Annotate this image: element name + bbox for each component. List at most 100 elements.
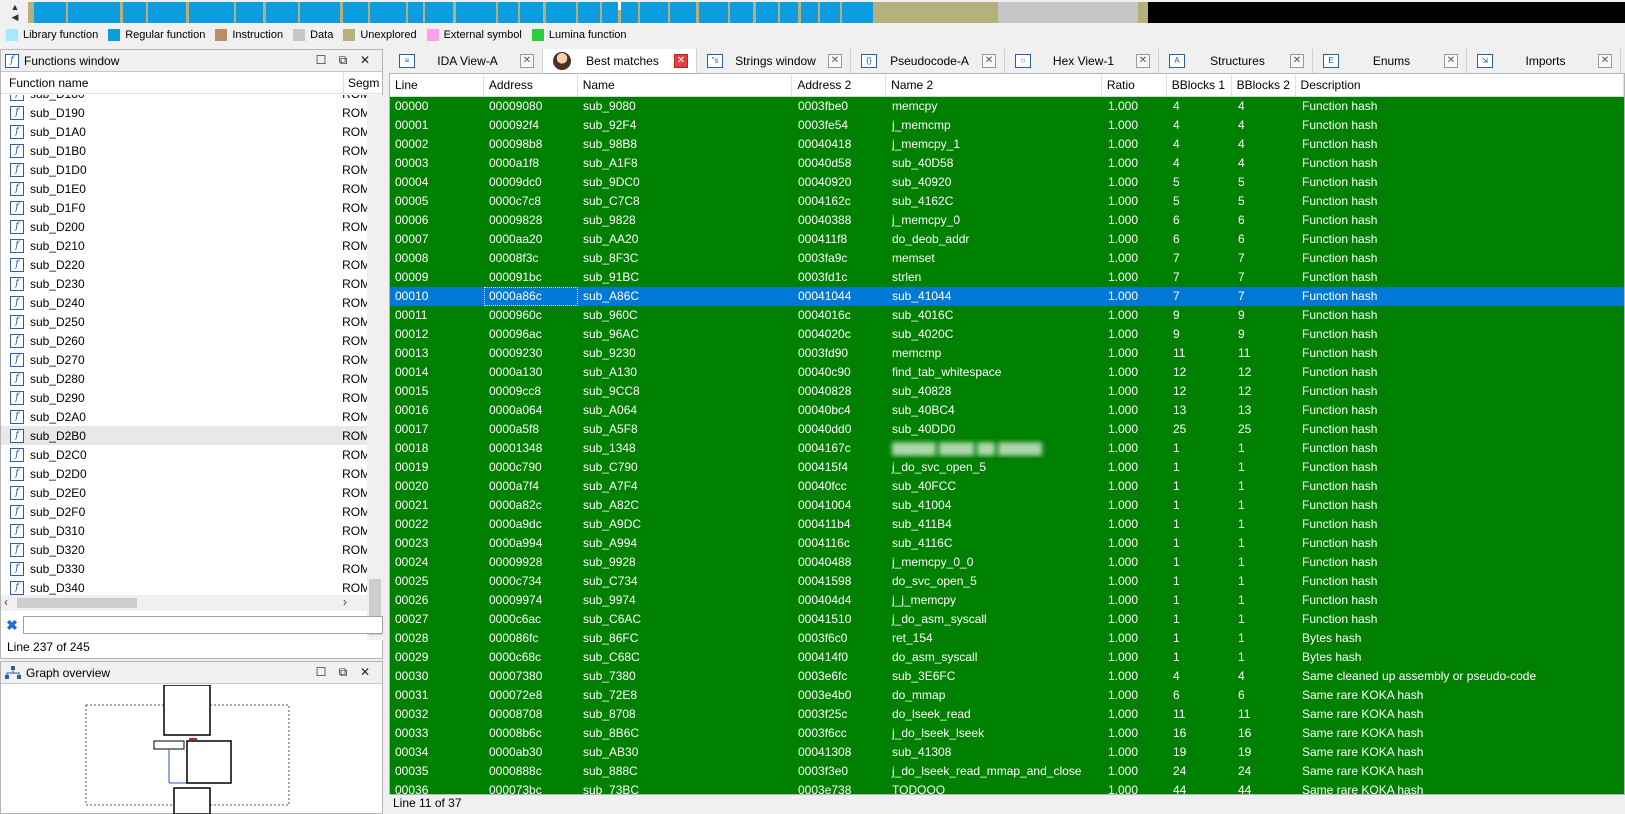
function-row[interactable]: f sub_D1B0 ROM bbox=[1, 141, 367, 160]
tab-imports[interactable]: ⇲ Imports ✕ bbox=[1467, 49, 1621, 73]
match-row[interactable]: 00029 0000c68c sub_C68C 000414f0 do_asm_sysc… bbox=[390, 648, 1624, 667]
function-row[interactable]: f sub_D310 ROM bbox=[1, 521, 367, 540]
function-row[interactable]: f sub_D190 ROM bbox=[1, 103, 367, 122]
match-row[interactable]: 00014 0000a130 sub_A130 00040c90 find_tab_wh… bbox=[390, 363, 1624, 382]
match-row[interactable]: 00010 0000a86c sub_A86C 00041044 sub_41044 1.… bbox=[390, 287, 1624, 306]
function-row[interactable]: f sub_D240 ROM bbox=[1, 293, 367, 312]
column-header-bblocks-1[interactable]: BBlocks 1 bbox=[1167, 74, 1232, 97]
column-function-name[interactable]: Function name bbox=[1, 71, 344, 94]
column-header-ratio[interactable]: Ratio bbox=[1102, 74, 1167, 97]
match-row[interactable]: 00012 000096ac sub_96AC 0004020c sub_4020C 1.… bbox=[390, 325, 1624, 344]
match-row[interactable]: 00019 0000c790 sub_C790 000415f4 j_do_svc_op… bbox=[390, 458, 1624, 477]
tab-structures[interactable]: A Structures ✕ bbox=[1159, 49, 1313, 73]
tab-ida-view-a[interactable]: ≡ IDA View-A ✕ bbox=[389, 49, 543, 73]
match-row[interactable]: 00033 00008b6c sub_8B6C 0003f6cc j_do_lseek_… bbox=[390, 724, 1624, 743]
match-row[interactable]: 00024 00009928 sub_9928 00040488 j_memcpy_0_… bbox=[390, 553, 1624, 572]
nav-scroll-arrows-icon[interactable]: ▲ ◀ bbox=[2, 2, 28, 23]
column-segment[interactable]: Segm bbox=[344, 72, 379, 94]
maximize-icon[interactable]: ☐ bbox=[310, 53, 332, 68]
tab-strings-window[interactable]: "s Strings window ✕ bbox=[697, 49, 851, 73]
close-icon[interactable]: ✕ bbox=[354, 53, 376, 68]
close-tab-icon[interactable]: ✕ bbox=[520, 54, 534, 68]
match-row[interactable]: 00007 0000aa20 sub_AA20 000411f8 do_deob_add… bbox=[390, 230, 1624, 249]
match-row[interactable]: 00005 0000c7c8 sub_C7C8 0004162c sub_4162C 1.… bbox=[390, 192, 1624, 211]
close-tab-icon[interactable]: ✕ bbox=[828, 54, 842, 68]
function-row[interactable]: f sub_D220 ROM bbox=[1, 255, 367, 274]
function-row[interactable]: f sub_D2E0 ROM bbox=[1, 483, 367, 502]
tab-hex-view-1[interactable]: ○ Hex View-1 ✕ bbox=[1005, 49, 1159, 73]
scrollbar-thumb[interactable] bbox=[17, 598, 137, 608]
close-tab-icon[interactable]: ✕ bbox=[1598, 54, 1612, 68]
functions-horizontal-scrollbar[interactable]: ‹ › bbox=[1, 595, 367, 611]
function-row[interactable]: f sub_D250 ROM bbox=[1, 312, 367, 331]
function-row[interactable]: f sub_D2C0 ROM bbox=[1, 445, 367, 464]
match-row[interactable]: 00002 000098b8 sub_98B8 00040418 j_memcpy_1 1… bbox=[390, 135, 1624, 154]
match-row[interactable]: 00031 000072e8 sub_72E8 0003e4b0 do_mmap 1.00… bbox=[390, 686, 1624, 705]
function-row[interactable]: f sub_D1D0 ROM bbox=[1, 160, 367, 179]
match-row[interactable]: 00032 00008708 sub_8708 0003f25c do_lseek_re… bbox=[390, 705, 1624, 724]
match-row[interactable]: 00028 000086fc sub_86FC 0003f6c0 ret_154 1.00… bbox=[390, 629, 1624, 648]
function-row[interactable]: f sub_D1A0 ROM bbox=[1, 122, 367, 141]
match-row[interactable]: 00030 00007380 sub_7380 0003e6fc sub_3E6FC 1.… bbox=[390, 667, 1624, 686]
scroll-right-icon[interactable]: › bbox=[343, 595, 347, 609]
function-row[interactable]: f sub_D2B0 ROM bbox=[1, 426, 367, 445]
match-row[interactable]: 00018 00001348 sub_1348 0004167c ▓▓▓▓▓ ▓▓▓▓ … bbox=[390, 439, 1624, 458]
tab-pseudocode-a[interactable]: {} Pseudocode-A ✕ bbox=[851, 49, 1005, 73]
function-row[interactable]: f sub_D1E0 ROM bbox=[1, 179, 367, 198]
match-row[interactable]: 00023 0000a994 sub_A994 0004116c sub_4116C 1.… bbox=[390, 534, 1624, 553]
tab-enums[interactable]: E Enums ✕ bbox=[1313, 49, 1467, 73]
function-row[interactable]: f sub_D330 ROM bbox=[1, 559, 367, 578]
match-row[interactable]: 00025 0000c734 sub_C734 00041598 do_svc_open… bbox=[390, 572, 1624, 591]
column-header-name-2[interactable]: Name 2 bbox=[886, 74, 1102, 97]
function-row[interactable]: f sub_D230 ROM bbox=[1, 274, 367, 293]
column-header-address-2[interactable]: Address 2 bbox=[792, 74, 887, 97]
nav-position-marker[interactable] bbox=[618, 2, 621, 10]
close-tab-icon[interactable]: ✕ bbox=[1444, 54, 1458, 68]
match-row[interactable]: 00027 0000c6ac sub_C6AC 00041510 j_do_asm_sy… bbox=[390, 610, 1624, 629]
close-tab-icon[interactable]: ✕ bbox=[982, 54, 996, 68]
match-row[interactable]: 00006 00009828 sub_9828 00040388 j_memcpy_0 1… bbox=[390, 211, 1624, 230]
navigation-bar[interactable] bbox=[28, 2, 1625, 23]
column-header-address[interactable]: Address bbox=[484, 74, 578, 97]
match-row[interactable]: 00004 00009dc0 sub_9DC0 00040920 sub_40920 1.… bbox=[390, 173, 1624, 192]
function-row[interactable]: f sub_D2F0 ROM bbox=[1, 502, 367, 521]
function-row[interactable]: f sub_D180ROM bbox=[1, 95, 367, 103]
match-row[interactable]: 00009 000091bc sub_91BC 0003fd1c strlen 1.000… bbox=[390, 268, 1624, 287]
function-row[interactable]: f sub_D200 ROM bbox=[1, 217, 367, 236]
match-row[interactable]: 00022 0000a9dc sub_A9DC 000411b4 sub_411B4 1.… bbox=[390, 515, 1624, 534]
column-header-bblocks-2[interactable]: BBlocks 2 bbox=[1232, 74, 1296, 97]
scroll-left-icon[interactable]: ‹ bbox=[4, 595, 8, 609]
function-row[interactable]: f sub_D340 ROM bbox=[1, 578, 367, 595]
function-row[interactable]: f sub_D270 ROM bbox=[1, 350, 367, 369]
column-header-line[interactable]: Line bbox=[390, 74, 484, 97]
match-row[interactable]: 00021 0000a82c sub_A82C 00041004 sub_41004 1.… bbox=[390, 496, 1624, 515]
maximize-icon[interactable]: ☐ bbox=[310, 665, 332, 680]
match-row[interactable]: 00020 0000a7f4 sub_A7F4 00040fcc sub_40FCC 1.… bbox=[390, 477, 1624, 496]
match-row[interactable]: 00008 00008f3c sub_8F3C 0003fa9c memset 1.000… bbox=[390, 249, 1624, 268]
close-tab-icon[interactable]: ✕ bbox=[1136, 54, 1150, 68]
graph-overview-canvas[interactable] bbox=[1, 685, 382, 814]
function-row[interactable]: f sub_D2D0 ROM bbox=[1, 464, 367, 483]
function-filter-input[interactable] bbox=[23, 616, 383, 634]
function-row[interactable]: f sub_D280 ROM bbox=[1, 369, 367, 388]
function-row[interactable]: f sub_D290 ROM bbox=[1, 388, 367, 407]
float-icon[interactable]: ⧉ bbox=[332, 665, 354, 680]
close-icon[interactable]: ✕ bbox=[354, 665, 376, 680]
function-row[interactable]: f sub_D1F0 ROM bbox=[1, 198, 367, 217]
column-header-name[interactable]: Name bbox=[578, 74, 793, 97]
tab-best-matches[interactable]: Best matches ✕ bbox=[543, 49, 697, 73]
match-row[interactable]: 00034 0000ab30 sub_AB30 00041308 sub_41308 1.… bbox=[390, 743, 1624, 762]
match-row[interactable]: 00016 0000a064 sub_A064 00040bc4 sub_40BC4 1.… bbox=[390, 401, 1624, 420]
function-row[interactable]: f sub_D320 ROM bbox=[1, 540, 367, 559]
close-tab-icon[interactable]: ✕ bbox=[674, 54, 688, 68]
match-row[interactable]: 00035 0000888c sub_888C 0003f3e0 j_do_lseek_… bbox=[390, 762, 1624, 781]
function-row[interactable]: f sub_D2A0 ROM bbox=[1, 407, 367, 426]
match-row[interactable]: 00011 0000960c sub_960C 0004016c sub_4016C 1.… bbox=[390, 306, 1624, 325]
function-row[interactable]: f sub_D260 ROM bbox=[1, 331, 367, 350]
column-header-description[interactable]: Description bbox=[1296, 74, 1624, 97]
functions-vertical-scrollbar[interactable] bbox=[367, 95, 383, 640]
match-row[interactable]: 00026 00009974 sub_9974 000404d4 j_j_memcpy 1… bbox=[390, 591, 1624, 610]
match-row[interactable]: 00003 0000a1f8 sub_A1F8 00040d58 sub_40D58 1.… bbox=[390, 154, 1624, 173]
match-row[interactable]: 00036 000073bc sub_73BC 0003e738 TODOOO 1.000… bbox=[390, 781, 1624, 794]
match-row[interactable]: 00017 0000a5f8 sub_A5F8 00040dd0 sub_40DD0 1.… bbox=[390, 420, 1624, 439]
